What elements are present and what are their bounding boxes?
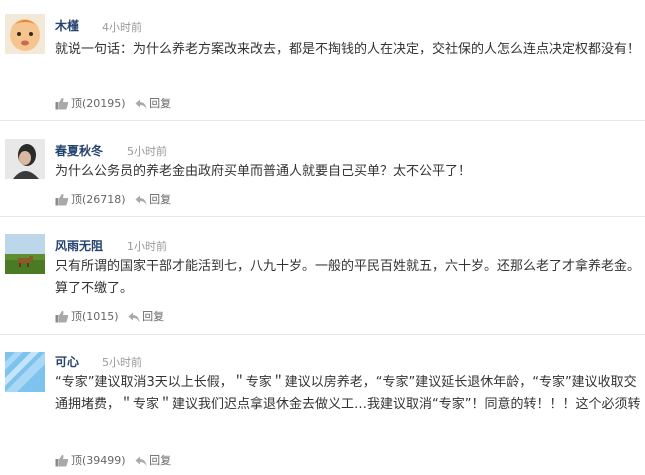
reply-arrow-icon bbox=[135, 456, 147, 467]
avatar[interactable] bbox=[5, 139, 45, 179]
reply-label: 回复 bbox=[149, 193, 172, 206]
like-label: 顶 bbox=[71, 454, 82, 467]
like-button[interactable]: 顶(1015) bbox=[55, 308, 119, 324]
comment-text: 为什么公务员的养老金由政府买单而普通人就要自己买单？太不公平了！ bbox=[55, 164, 472, 179]
thumbs-up-icon bbox=[55, 310, 69, 323]
comment-item: 风雨无阻 1小时前 只有所谓的国家干部才能活到七，八九十岁。一般的平民百姓就五，… bbox=[0, 216, 645, 335]
reply-label: 回复 bbox=[149, 97, 172, 110]
comment-actions: 顶(20195) 回复 bbox=[55, 95, 171, 111]
baby-face-avatar-icon bbox=[5, 14, 45, 54]
avatar[interactable] bbox=[5, 14, 45, 54]
reply-button[interactable]: 回复 bbox=[135, 191, 171, 207]
thumbs-up-icon bbox=[55, 193, 69, 206]
reply-label: 回复 bbox=[142, 310, 165, 323]
like-count: (39499) bbox=[82, 454, 126, 467]
reply-button[interactable]: 回复 bbox=[128, 308, 164, 324]
comment-item: 木槿 4小时前 就说一句话：为什么养老方案改来改去，都是不掏钱的人在决定，交社保… bbox=[0, 0, 645, 121]
like-count: (1015) bbox=[82, 310, 119, 323]
timestamp: 1小时前 bbox=[127, 240, 167, 253]
avatar[interactable] bbox=[5, 234, 45, 274]
like-count: (20195) bbox=[82, 97, 126, 110]
landscape-cow-avatar-icon bbox=[5, 234, 45, 274]
comment-item: 春夏秋冬 5小时前 为什么公务员的养老金由政府买单而普通人就要自己买单？太不公平… bbox=[0, 120, 645, 217]
like-button[interactable]: 顶(39499) bbox=[55, 452, 126, 468]
comment-text: 只有所谓的国家干部才能活到七，八九十岁。一般的平民百姓就五，六十岁。还那么老了才… bbox=[55, 259, 641, 296]
sunburst-avatar-icon bbox=[5, 352, 45, 392]
timestamp: 5小时前 bbox=[127, 145, 167, 158]
reply-label: 回复 bbox=[149, 454, 172, 467]
comment-item: 可心 5小时前 “专家”建议取消3天以上长假，＂专家＂建议以房养老，“专家”建议… bbox=[0, 334, 645, 475]
comment-actions: 顶(1015) 回复 bbox=[55, 308, 164, 324]
timestamp: 4小时前 bbox=[102, 21, 142, 34]
comment-actions: 顶(26718) 回复 bbox=[55, 191, 171, 207]
like-button[interactable]: 顶(20195) bbox=[55, 95, 126, 111]
thumbs-up-icon bbox=[55, 97, 69, 110]
comment-text: 就说一句话：为什么养老方案改来改去，都是不掏钱的人在决定，交社保的人怎么连点决定… bbox=[55, 42, 641, 57]
like-button[interactable]: 顶(26718) bbox=[55, 191, 126, 207]
reply-arrow-icon bbox=[135, 99, 147, 110]
like-count: (26718) bbox=[82, 193, 126, 206]
reply-button[interactable]: 回复 bbox=[135, 95, 171, 111]
username[interactable]: 风雨无阻 bbox=[55, 237, 103, 254]
thumbs-up-icon bbox=[55, 454, 69, 467]
reply-arrow-icon bbox=[128, 312, 140, 323]
comment-text: “专家”建议取消3天以上长假，＂专家＂建议以房养老，“专家”建议延长退休年龄，“… bbox=[55, 375, 641, 412]
reply-arrow-icon bbox=[135, 195, 147, 206]
woman-photo-avatar-icon bbox=[5, 139, 45, 179]
username[interactable]: 可心 bbox=[55, 353, 79, 370]
like-label: 顶 bbox=[71, 310, 82, 323]
username[interactable]: 春夏秋冬 bbox=[55, 142, 103, 159]
username[interactable]: 木槿 bbox=[55, 17, 79, 34]
like-label: 顶 bbox=[71, 193, 82, 206]
like-label: 顶 bbox=[71, 97, 82, 110]
reply-button[interactable]: 回复 bbox=[135, 452, 171, 468]
timestamp: 5小时前 bbox=[102, 356, 142, 369]
avatar[interactable] bbox=[5, 352, 45, 392]
comment-actions: 顶(39499) 回复 bbox=[55, 452, 171, 468]
